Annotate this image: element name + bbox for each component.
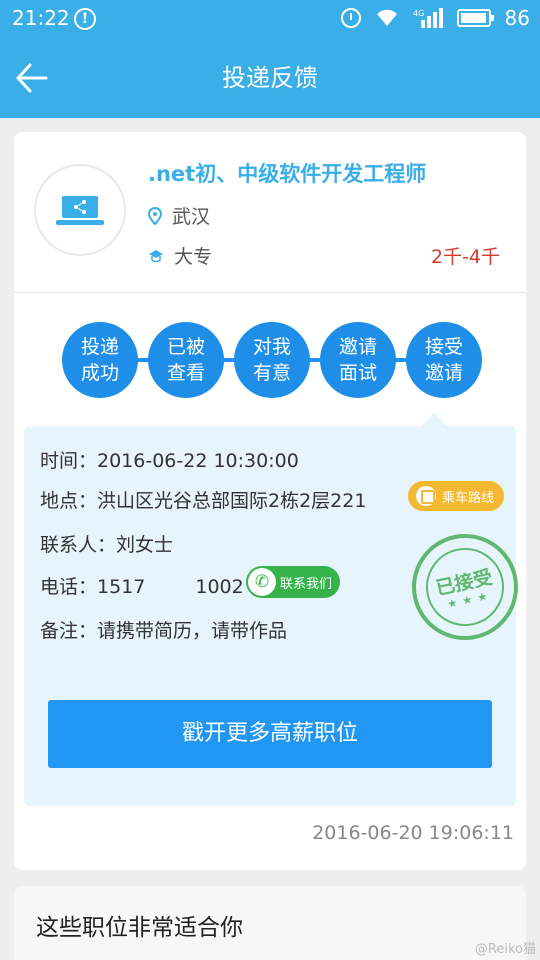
location-pin-icon <box>148 206 162 225</box>
feedback-card: .net初、中级软件开发工程师 武汉 大专 2千-4千 投递 成功 已被 查看 对我… <box>14 132 528 870</box>
detail-contact: 联系人：刘女士 <box>40 534 174 556</box>
route-button[interactable]: 乘车路线 <box>408 481 504 511</box>
company-logo <box>34 164 126 256</box>
signal-icon: 4G <box>413 8 443 28</box>
wifi-icon <box>375 8 399 28</box>
step-interested: 对我 有意 <box>234 322 310 398</box>
network-label: 4G <box>413 9 424 18</box>
phone-part-1: 1517 <box>97 576 146 598</box>
step-delivered: 投递 成功 <box>62 322 138 398</box>
back-arrow-icon <box>16 63 48 93</box>
graduation-cap-icon <box>149 249 163 262</box>
recommend-section: 这些职位非常适合你 <box>14 886 526 960</box>
more-jobs-button[interactable]: 戳开更多高薪职位 <box>48 700 492 768</box>
app-bar: 投递反馈 <box>0 38 540 118</box>
battery-level: 86 <box>504 6 530 30</box>
job-city-label: 武汉 <box>172 206 211 228</box>
detail-note: 备注：请携带简历，请带作品 <box>40 620 288 642</box>
step-invitation-accepted: 接受 邀请 <box>406 322 482 398</box>
detail-phone: 电话：1517 1002 <box>40 572 244 599</box>
contact-us-label: 联系我们 <box>280 576 333 592</box>
step-viewed: 已被 查看 <box>148 322 224 398</box>
status-bar: 21:22 ! 4G 86 <box>0 0 540 38</box>
detail-time: 时间：2016-06-22 10:30:00 <box>40 450 299 472</box>
interview-details: 时间：2016-06-22 10:30:00 地点：洪山区光谷总部国际2栋2层2… <box>24 426 528 806</box>
status-time: 21:22 <box>12 6 70 30</box>
contact-us-button[interactable]: ✆ 联系我们 <box>246 566 340 598</box>
progress-steps: 投递 成功 已被 查看 对我 有意 邀请 面试 接受 邀请 <box>62 322 482 398</box>
phone-part-2: 1002 <box>195 576 244 598</box>
job-title[interactable]: .net初、中级软件开发工程师 <box>148 158 426 188</box>
route-button-label: 乘车路线 <box>442 490 495 506</box>
step-interview-invited: 邀请 面试 <box>320 322 396 398</box>
job-location: 武汉 <box>148 202 210 229</box>
battery-icon <box>456 9 494 27</box>
laptop-icon <box>56 196 104 225</box>
step-pointer <box>422 412 446 426</box>
alert-icon: ! <box>74 8 96 30</box>
recommend-section-title: 这些职位非常适合你 <box>36 915 243 941</box>
job-salary: 2千-4千 <box>430 246 500 268</box>
bus-icon <box>416 486 436 506</box>
status-icons: 4G 86 <box>340 6 530 30</box>
page-title: 投递反馈 <box>222 64 318 92</box>
job-education-label: 大专 <box>174 246 213 268</box>
feedback-timestamp: 2016-06-20 19:06:11 <box>312 822 514 844</box>
detail-location: 地点：洪山区光谷总部国际2栋2层221 <box>40 490 367 512</box>
watermark: @Reiko猫 <box>474 942 536 957</box>
divider <box>14 292 526 293</box>
back-button[interactable] <box>10 56 54 100</box>
phone-icon: ✆ <box>248 568 276 596</box>
job-education: 大专 <box>148 242 212 269</box>
accepted-stamp: 已接受 ★ ★ ★ <box>402 524 528 650</box>
phone-label: 电话： <box>40 576 98 598</box>
alarm-icon <box>340 8 361 28</box>
